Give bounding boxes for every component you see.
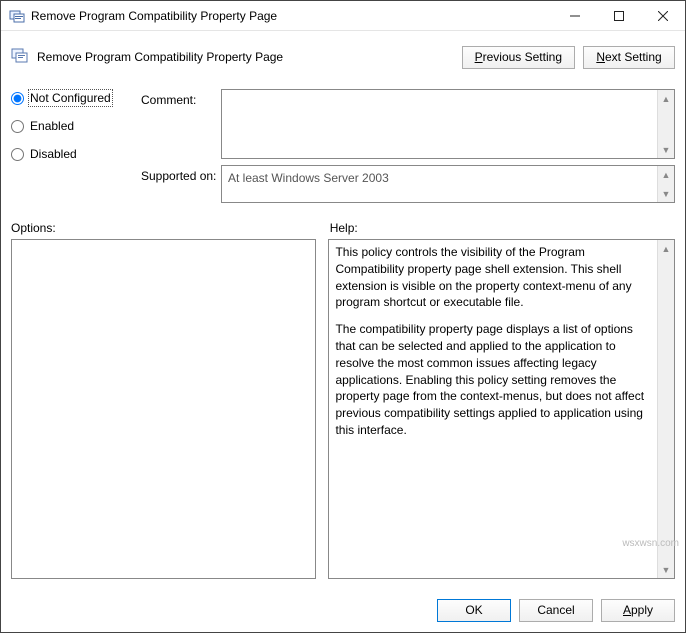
- titlebar: Remove Program Compatibility Property Pa…: [1, 1, 685, 31]
- scrollbar[interactable]: ▲ ▼: [657, 166, 674, 202]
- next-setting-button[interactable]: Next Setting: [583, 46, 675, 69]
- scrollbar[interactable]: ▲ ▼: [657, 240, 674, 578]
- help-paragraph: This policy controls the visibility of t…: [335, 244, 651, 311]
- scroll-up-icon[interactable]: ▲: [658, 90, 674, 107]
- header-row: Remove Program Compatibility Property Pa…: [11, 39, 675, 75]
- cancel-button[interactable]: Cancel: [519, 599, 593, 622]
- policy-icon: [11, 47, 29, 68]
- radio-disabled[interactable]: Disabled: [11, 147, 141, 161]
- content-area: Remove Program Compatibility Property Pa…: [1, 31, 685, 589]
- help-panel: This policy controls the visibility of t…: [328, 239, 675, 579]
- radio-enabled[interactable]: Enabled: [11, 119, 141, 133]
- footer: OK Cancel Apply: [1, 589, 685, 632]
- scrollbar[interactable]: ▲ ▼: [657, 90, 674, 158]
- options-label: Options:: [11, 221, 330, 235]
- help-label: Help:: [330, 221, 358, 235]
- window-title: Remove Program Compatibility Property Pa…: [31, 9, 553, 23]
- scroll-up-icon[interactable]: ▲: [658, 166, 674, 183]
- supported-on-label: Supported on:: [141, 165, 221, 203]
- scroll-down-icon[interactable]: ▼: [658, 141, 674, 158]
- comment-field[interactable]: ▲ ▼: [221, 89, 675, 159]
- options-panel[interactable]: [11, 239, 316, 579]
- supported-on-field: At least Windows Server 2003 ▲ ▼: [221, 165, 675, 203]
- radio-not-configured[interactable]: Not Configured: [11, 91, 141, 105]
- scroll-down-icon[interactable]: ▼: [658, 185, 674, 202]
- scroll-up-icon[interactable]: ▲: [658, 240, 674, 257]
- policy-title: Remove Program Compatibility Property Pa…: [37, 50, 283, 64]
- close-button[interactable]: [641, 1, 685, 30]
- maximize-button[interactable]: [597, 1, 641, 30]
- scroll-down-icon[interactable]: ▼: [658, 561, 674, 578]
- help-paragraph: The compatibility property page displays…: [335, 321, 651, 439]
- previous-setting-button[interactable]: Previous Setting: [462, 46, 575, 69]
- app-icon: [9, 8, 25, 24]
- ok-button[interactable]: OK: [437, 599, 511, 622]
- comment-label: Comment:: [141, 89, 221, 159]
- minimize-button[interactable]: [553, 1, 597, 30]
- apply-button[interactable]: Apply: [601, 599, 675, 622]
